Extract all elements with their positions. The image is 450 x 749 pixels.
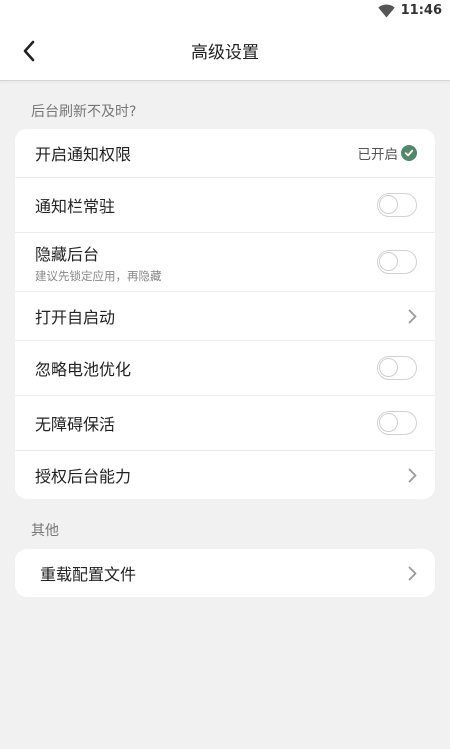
chevron-right-icon [408, 566, 417, 581]
row-label: 打开自启动 [35, 308, 116, 327]
ignore-battery-optimization-toggle[interactable] [377, 356, 417, 380]
row-text: 打开自启动 [35, 304, 408, 328]
wifi-icon [377, 3, 395, 18]
notification-status: 已开启 [357, 143, 417, 163]
row-text: 忽略电池优化 [35, 356, 377, 380]
ignore-battery-optimization-row[interactable]: 忽略电池优化 [15, 341, 435, 396]
toggle-knob [379, 413, 398, 432]
row-text: 通知栏常驻 [35, 193, 377, 217]
status-bar: 11:46 [0, 0, 450, 26]
row-text: 无障碍保活 [35, 411, 377, 435]
row-sublabel: 建议先锁定应用，再隐藏 [35, 268, 162, 283]
chevron-right-icon [408, 309, 417, 324]
row-text: 授权后台能力 [35, 463, 408, 487]
row-label: 授权后台能力 [35, 467, 132, 486]
hide-background-row[interactable]: 隐藏后台 建议先锁定应用，再隐藏 [15, 233, 435, 292]
row-text: 隐藏后台 建议先锁定应用，再隐藏 [35, 241, 377, 284]
hide-background-toggle[interactable] [377, 250, 417, 274]
status-text: 已开启 [357, 147, 399, 163]
row-label: 开启通知权限 [35, 145, 132, 164]
page-title: 高级设置 [191, 43, 259, 63]
status-bar-right: 11:46 [377, 3, 442, 18]
app-bar: 高级设置 [0, 26, 450, 81]
chevron-right-icon [408, 468, 417, 483]
notification-persistent-row[interactable]: 通知栏常驻 [15, 178, 435, 233]
authorize-background-row[interactable]: 授权后台能力 [15, 451, 435, 499]
toggle-knob [379, 358, 398, 377]
row-label: 重载配置文件 [40, 565, 137, 584]
section-title-background: 后台刷新不及时? [31, 104, 137, 120]
status-time: 11:46 [400, 3, 442, 18]
background-settings-card: 开启通知权限 已开启 通知栏常驻 隐藏后台 建议先锁定应用，再隐藏 打开自启动 … [15, 129, 435, 499]
row-label: 忽略电池优化 [35, 360, 132, 379]
check-circle-icon [401, 145, 417, 161]
other-settings-card: 重载配置文件 [15, 549, 435, 597]
accessibility-keepalive-toggle[interactable] [377, 411, 417, 435]
accessibility-keepalive-row[interactable]: 无障碍保活 [15, 396, 435, 451]
section-title-other: 其他 [31, 523, 59, 539]
row-label: 隐藏后台 [35, 244, 100, 264]
toggle-knob [379, 195, 398, 214]
row-label: 无障碍保活 [35, 415, 116, 434]
autostart-row[interactable]: 打开自启动 [15, 292, 435, 341]
notification-persistent-toggle[interactable] [377, 193, 417, 217]
row-label: 通知栏常驻 [35, 197, 116, 216]
notification-permission-row[interactable]: 开启通知权限 已开启 [15, 129, 435, 178]
reload-config-row[interactable]: 重载配置文件 [15, 549, 435, 597]
row-text: 重载配置文件 [40, 561, 408, 585]
toggle-knob [379, 252, 398, 271]
row-text: 开启通知权限 [35, 141, 358, 165]
